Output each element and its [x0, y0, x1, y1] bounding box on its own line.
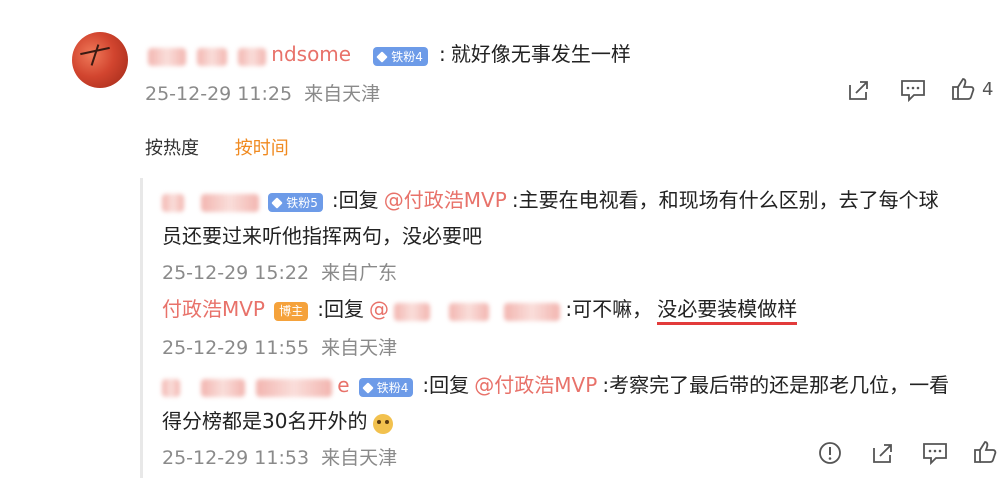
comment-text: 就好像无事发生一样	[450, 42, 631, 66]
location: 来自天津	[321, 447, 398, 469]
location: 来自天津	[304, 83, 381, 105]
diamond-icon	[376, 50, 388, 63]
username-blur-mask	[201, 378, 246, 397]
comment-button[interactable]	[921, 440, 949, 470]
reply-text: :可不嘛，	[565, 297, 653, 321]
location: 来自天津	[321, 337, 398, 359]
sort-bar: 按热度 按时间	[145, 134, 289, 160]
main-comment-meta: 25-12-29 11:25 来自天津	[145, 79, 380, 106]
like-button[interactable]: 4	[950, 76, 993, 106]
username-blur-mask	[148, 47, 186, 66]
location: 来自广东	[321, 262, 398, 284]
username[interactable]: 付政浩MVP	[162, 297, 265, 321]
report-button[interactable]	[817, 440, 843, 470]
reply-3-meta: 25-12-29 11:53 来自天津	[162, 443, 397, 470]
reply-3-line-1: e 铁粉4 :回复 @付政浩MVP :考察完了最后带的还是那老几位，一看	[162, 369, 949, 398]
username-tail[interactable]: e	[337, 373, 349, 397]
reply-text-underlined: 没必要装模做样	[657, 297, 798, 325]
diamond-icon	[362, 381, 374, 394]
username-blur-mask	[201, 193, 260, 212]
mention-link[interactable]: @付政浩MVP	[384, 188, 507, 212]
comment-icon	[923, 443, 947, 466]
reply-text: :考察完了最后带的还是那老几位，一看	[602, 373, 950, 397]
share-icon	[849, 81, 868, 100]
username-blur-mask	[162, 193, 184, 212]
doge-emoji-icon	[372, 413, 393, 434]
fan-badge[interactable]: 铁粉4	[358, 378, 414, 397]
reply-3-line-2: 得分榜都是30名开外的	[162, 405, 393, 434]
reply-text: :主要在电视看，和现场有什么区别，去了每个球	[511, 188, 939, 212]
like-count: 4	[982, 78, 994, 100]
reply-prefix: :回复	[422, 373, 470, 397]
share-button[interactable]	[846, 77, 872, 107]
reply-prefix: :回复	[317, 297, 364, 321]
reply-1-meta: 25-12-29 15:22 来自广东	[162, 258, 397, 285]
main-comment-header: ndsome 铁粉4 : 就好像无事发生一样	[148, 38, 631, 67]
separator: :	[439, 42, 446, 66]
timestamp: 25-12-29 11:53	[162, 447, 310, 469]
mention-blur-mask	[449, 302, 490, 321]
fan-badge[interactable]: 铁粉4	[373, 47, 428, 66]
report-icon	[819, 442, 841, 464]
reply-prefix: :回复	[331, 188, 379, 212]
fan-badge[interactable]: 铁粉5	[268, 193, 323, 212]
avatar[interactable]	[72, 32, 128, 88]
fan-badge-label: 铁粉5	[286, 195, 318, 210]
username-blur-mask	[162, 378, 180, 397]
reply-2-meta: 25-12-29 11:55 来自天津	[162, 333, 397, 360]
username-blur-mask	[256, 378, 333, 397]
comment-button[interactable]	[899, 77, 927, 107]
mention-blur-mask	[394, 302, 431, 321]
fan-badge-label: 铁粉4	[376, 380, 409, 395]
diamond-icon	[271, 196, 283, 209]
share-button[interactable]	[870, 440, 896, 470]
thumb-up-icon	[952, 78, 975, 100]
share-icon	[873, 444, 892, 463]
timestamp: 25-12-29 15:22	[162, 262, 310, 284]
sort-by-time[interactable]: 按时间	[235, 138, 289, 159]
reply-2-line-1: 付政浩MVP 博主 :回复 @ :可不嘛， 没必要装模做样	[162, 293, 798, 325]
fan-badge-label: 铁粉4	[391, 49, 423, 64]
thumb-up-icon	[974, 441, 997, 463]
avatar-branch-2	[90, 44, 100, 66]
mention-blur-mask	[504, 302, 561, 321]
reply-1-line-1: 铁粉5 :回复 @付政浩MVP :主要在电视看，和现场有什么区别，去了每个球	[162, 184, 939, 213]
like-button[interactable]	[972, 439, 998, 469]
reply-1-line-2: 员还要过来听他指挥两句，没必要吧	[162, 224, 482, 248]
reply-text: 得分榜都是30名开外的	[162, 409, 368, 433]
sort-by-hot[interactable]: 按热度	[145, 138, 199, 159]
timestamp: 25-12-29 11:25	[145, 83, 293, 105]
mention-at[interactable]: @	[369, 297, 389, 321]
username[interactable]: ndsome	[271, 42, 351, 66]
username-blur-mask	[238, 47, 267, 66]
username-blur-mask	[197, 47, 228, 66]
comment-icon	[901, 80, 925, 103]
host-badge: 博主	[274, 302, 309, 321]
mention-link[interactable]: @付政浩MVP	[474, 373, 597, 397]
timestamp: 25-12-29 11:55	[162, 337, 310, 359]
